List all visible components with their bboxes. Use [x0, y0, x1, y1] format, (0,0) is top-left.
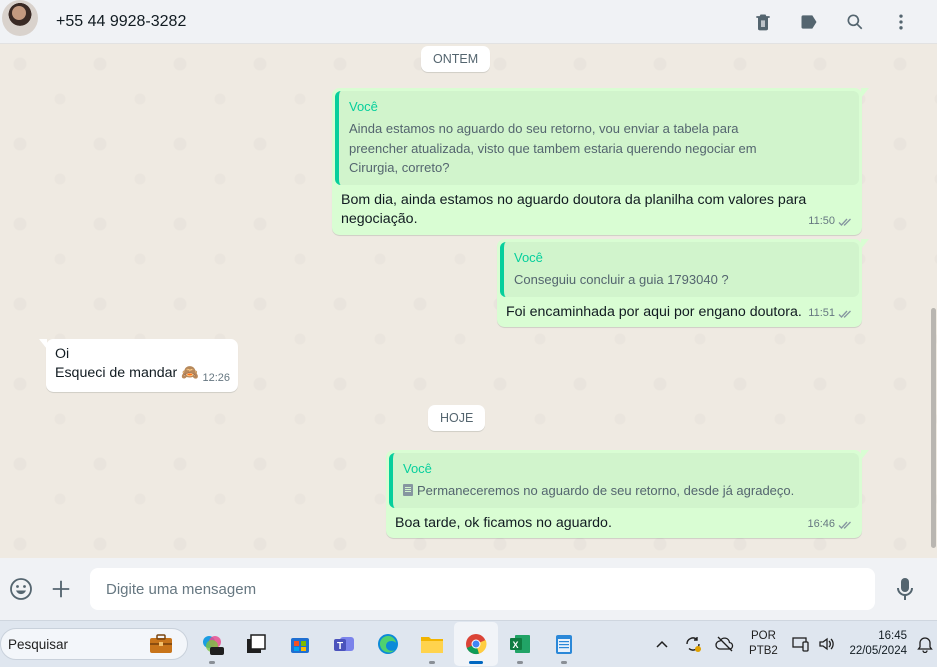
message-composer	[0, 558, 937, 620]
svg-text:T: T	[337, 641, 343, 652]
microsoft-store-app[interactable]	[278, 622, 322, 666]
search-icon[interactable]	[843, 10, 867, 34]
delete-icon[interactable]	[751, 10, 775, 34]
chat-area[interactable]: ONTEM Você Ainda estamos no aguardo do s…	[0, 44, 937, 558]
task-view-app[interactable]	[234, 622, 278, 666]
contact-avatar[interactable]	[2, 0, 38, 36]
outgoing-message[interactable]: Você Ainda estamos no aguardo do seu ret…	[332, 88, 869, 235]
notepad-app[interactable]	[542, 622, 586, 666]
windows-taskbar: Pesquisar T X POR PTB2 16:45 22/05/2024	[0, 620, 937, 667]
clock-time: 16:45	[878, 630, 907, 642]
quote-author: Você	[349, 99, 378, 114]
message-meta: 16:46	[807, 515, 854, 534]
incoming-message[interactable]: Oi Esqueci de mandar 🙈 12:26	[39, 339, 238, 392]
notification-bell-icon[interactable]	[913, 622, 937, 666]
message-text: Boa tarde, ok ficamos no aguardo.	[395, 514, 612, 531]
language-indicator[interactable]: POR PTB2	[745, 629, 781, 659]
message-text-line: negociação.	[341, 210, 418, 227]
file-explorer-app[interactable]	[410, 622, 454, 666]
message-input[interactable]	[90, 568, 875, 610]
bubble-tail	[861, 239, 869, 249]
label-icon[interactable]	[797, 10, 821, 34]
quoted-message[interactable]: Você Conseguiu concluir a guia 1793040 ?	[500, 242, 859, 297]
message-text: Foi encaminhada por aqui por engano dout…	[506, 303, 802, 320]
message-time: 11:51	[808, 307, 835, 319]
keyboard-layout: PTB2	[749, 645, 778, 657]
quote-text-line: Cirurgia, correto?	[349, 160, 450, 175]
message-text: Bom dia, ainda estamos no aguardo doutor…	[332, 185, 862, 229]
running-indicator	[429, 661, 435, 664]
see-no-evil-monkey-emoji: 🙈	[181, 365, 199, 381]
bubble-tail	[861, 450, 869, 460]
running-indicator	[561, 661, 567, 664]
teams-app[interactable]: T	[322, 622, 366, 666]
outgoing-message[interactable]: Você Permaneceremos no aguardo de seu re…	[386, 450, 869, 538]
quote-text-line: preencher atualizada, visto que tambem e…	[349, 140, 757, 156]
volume-icon[interactable]	[815, 622, 839, 666]
more-options-icon[interactable]	[889, 10, 913, 34]
scrollbar-thumb[interactable]	[931, 308, 936, 548]
excel-app[interactable]: X	[498, 622, 542, 666]
header-actions	[751, 10, 913, 34]
message-meta: 11:50	[808, 212, 854, 231]
message-time: 12:26	[202, 372, 230, 384]
briefcase-icon	[150, 634, 172, 653]
chat-header: +55 44 9928-3282	[0, 0, 937, 44]
running-indicator	[209, 661, 215, 664]
bubble-tail	[39, 339, 47, 349]
copilot-pre-app[interactable]	[190, 622, 234, 666]
quote-text-row: Permaneceremos no aguardo de seu retorno…	[403, 481, 849, 501]
quote-text: Permaneceremos no aguardo de seu retorno…	[417, 483, 795, 498]
chat-scrollbar[interactable]	[931, 46, 937, 558]
read-receipt-icon	[838, 310, 851, 318]
read-receipt-icon	[838, 218, 851, 226]
emoji-icon[interactable]	[8, 576, 34, 602]
system-tray: POR PTB2 16:45 22/05/2024	[647, 621, 937, 667]
message-time: 16:46	[807, 518, 835, 530]
message-meta: 12:26	[202, 369, 230, 388]
clock-date: 22/05/2024	[849, 645, 907, 657]
cloud-offline-icon[interactable]	[709, 622, 741, 666]
chrome-app[interactable]	[454, 622, 498, 666]
message-time: 11:50	[808, 215, 835, 227]
microphone-icon[interactable]	[892, 576, 918, 602]
quote-author: Você	[403, 461, 432, 476]
active-indicator	[469, 661, 483, 664]
attach-plus-icon[interactable]	[48, 576, 74, 602]
running-indicator	[517, 661, 523, 664]
date-divider-today: HOJE	[428, 405, 486, 431]
message-text-line: Bom dia, ainda estamos no aguardo doutor…	[341, 191, 807, 208]
date-divider-yesterday: ONTEM	[421, 46, 491, 72]
document-icon	[403, 484, 413, 496]
svg-text:X: X	[513, 640, 519, 650]
quoted-message[interactable]: Você Ainda estamos no aguardo do seu ret…	[335, 91, 859, 185]
language-code: POR	[750, 630, 776, 642]
quoted-message[interactable]: Você Permaneceremos no aguardo de seu re…	[389, 453, 859, 508]
quote-text: Conseguiu concluir a guia 1793040 ?	[514, 272, 729, 287]
taskbar-search[interactable]: Pesquisar	[0, 628, 188, 660]
quote-author: Você	[514, 250, 543, 265]
display-phone-icon[interactable]	[787, 622, 815, 666]
contact-name[interactable]: +55 44 9928-3282	[56, 13, 186, 31]
message-meta: 11:51	[808, 304, 854, 323]
chevron-up-icon[interactable]	[647, 622, 677, 666]
message-text-line: Oi	[55, 346, 70, 362]
outgoing-message[interactable]: Você Conseguiu concluir a guia 1793040 ?…	[497, 239, 869, 327]
system-clock[interactable]: 16:45 22/05/2024	[849, 629, 907, 659]
bubble-tail	[861, 88, 869, 98]
message-text-span: Esqueci de mandar	[55, 365, 178, 381]
taskbar-search-text: Pesquisar	[8, 636, 69, 652]
read-receipt-icon	[838, 521, 851, 529]
sync-icon[interactable]	[677, 622, 709, 666]
quote-text-line: Ainda estamos no aguardo do seu retorno,…	[349, 121, 739, 136]
edge-app[interactable]	[366, 622, 410, 666]
